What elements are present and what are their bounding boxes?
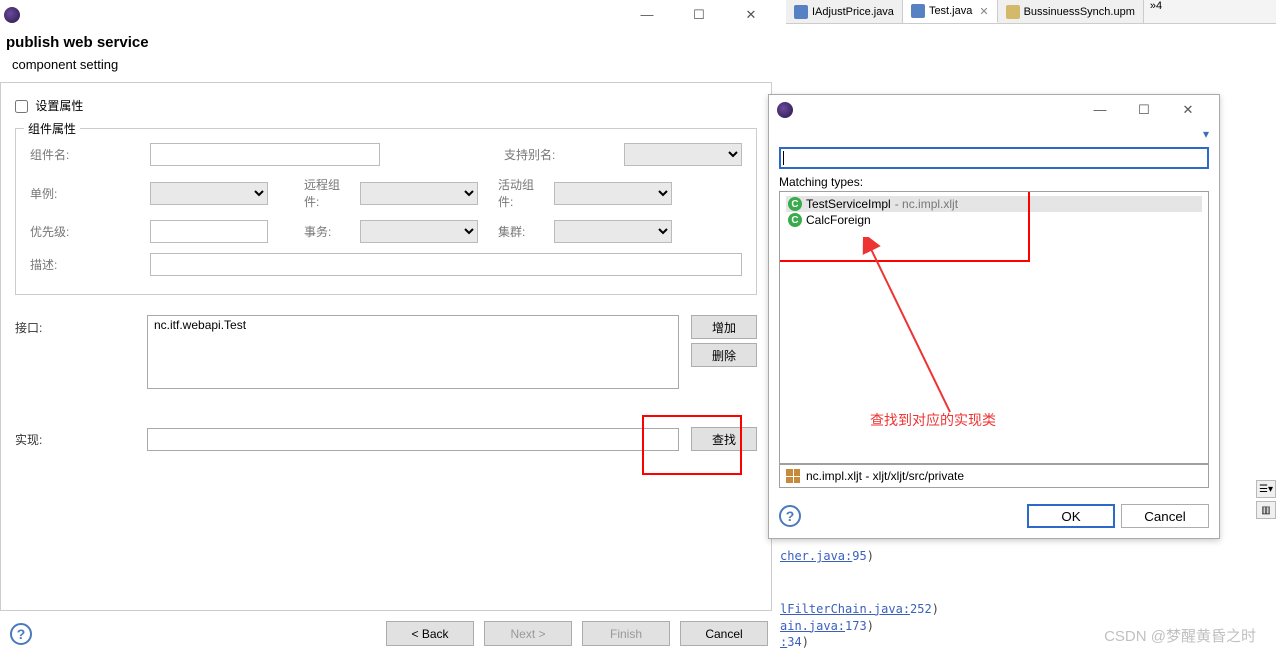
wizard-title: publish web service (6, 34, 768, 51)
ok-button[interactable]: OK (1027, 504, 1115, 528)
cancel-button[interactable]: Cancel (680, 621, 768, 646)
interface-section: 接口: nc.itf.webapi.Test 增加 删除 (15, 315, 757, 389)
path-text: nc.impl.xljt - xljt/xljt/src/private (806, 469, 964, 483)
transaction-select[interactable] (360, 220, 478, 243)
close-icon[interactable]: ✕ (979, 5, 988, 18)
close-button[interactable]: ✕ (736, 7, 766, 23)
background-stacktrace: cher.java:95) lFilterChain.java:252) ain… (780, 548, 939, 651)
group-title: 组件属性 (24, 120, 80, 137)
label-interface: 接口: (15, 315, 135, 389)
tab-label: Test.java (929, 5, 972, 17)
label-remote: 远程组件: (304, 176, 360, 210)
java-file-icon (794, 5, 808, 19)
label-support-alias: 支持别名: (504, 146, 624, 163)
cluster-select[interactable] (554, 220, 672, 243)
label-priority: 优先级: (30, 223, 150, 240)
tab-overflow[interactable]: »4 (1144, 0, 1168, 23)
active-select[interactable] (554, 182, 672, 205)
eclipse-icon (777, 102, 793, 118)
label-implementation: 实现: (15, 431, 135, 448)
match-name: TestServiceImpl (806, 197, 891, 211)
label-description: 描述: (30, 256, 150, 273)
editor-right-gutter: ☰▾ ▥ (1256, 480, 1276, 519)
close-button[interactable]: ✕ (1173, 102, 1203, 118)
wizard-titlebar: — ☐ ✕ (0, 0, 778, 30)
match-item-testserviceimpl[interactable]: C TestServiceImpl - nc.impl.xljt (786, 196, 1202, 212)
label-component-name: 组件名: (30, 146, 150, 163)
package-icon (786, 469, 800, 483)
minimize-button[interactable]: — (632, 7, 662, 23)
gutter-icon[interactable]: ▥ (1256, 501, 1276, 519)
set-properties-checkbox[interactable] (15, 100, 28, 113)
annotation-arrow (850, 237, 970, 417)
popup-footer: ? OK Cancel (769, 494, 1219, 538)
match-item-calcforeign[interactable]: C CalcForeign (786, 212, 1202, 228)
help-icon[interactable]: ? (10, 623, 32, 645)
next-button: Next > (484, 621, 572, 646)
wizard-header: publish web service component setting (0, 30, 778, 82)
java-file-icon (911, 4, 925, 18)
gutter-icon[interactable]: ☰▾ (1256, 480, 1276, 498)
description-input[interactable] (150, 253, 742, 276)
minimize-button[interactable]: — (1085, 102, 1115, 118)
maximize-button[interactable]: ☐ (1129, 102, 1159, 118)
label-transaction: 事务: (304, 223, 360, 240)
popup-titlebar: — ☐ ✕ (769, 95, 1219, 125)
tab-test[interactable]: Test.java ✕ (903, 0, 998, 23)
delete-button[interactable]: 删除 (691, 343, 757, 367)
label-cluster: 集群: (498, 223, 554, 240)
support-alias-select[interactable] (624, 143, 742, 166)
cancel-button[interactable]: Cancel (1121, 504, 1209, 528)
remote-select[interactable] (360, 182, 478, 205)
editor-tabs[interactable]: IAdjustPrice.java Test.java ✕ Bussinuess… (786, 0, 1276, 24)
label-active: 活动组件: (498, 176, 554, 210)
matching-types-list[interactable]: C TestServiceImpl - nc.impl.xljt C CalcF… (779, 191, 1209, 464)
wizard-body: 设置属性 组件属性 组件名: 支持别名: 单例: 远程组件: 活动组件: (0, 82, 772, 611)
component-name-input[interactable] (150, 143, 380, 166)
implementation-input[interactable] (147, 428, 679, 451)
type-search-input[interactable] (779, 147, 1209, 169)
finish-button: Finish (582, 621, 670, 646)
matching-types-label: Matching types: (779, 175, 1209, 189)
find-button[interactable]: 查找 (691, 427, 757, 451)
label-singleton: 单例: (30, 185, 150, 202)
implementation-section: 实现: 查找 (15, 427, 757, 451)
wizard-footer: ? < Back Next > Finish Cancel (0, 611, 778, 656)
type-search-dialog: — ☐ ✕ ▾ Matching types: C TestServiceImp… (768, 94, 1220, 539)
set-properties-label: 设置属性 (35, 99, 83, 113)
tab-label: BussinuessSynch.upm (1024, 6, 1135, 18)
add-button[interactable]: 增加 (691, 315, 757, 339)
priority-input[interactable] (150, 220, 268, 243)
tab-iadjustprice[interactable]: IAdjustPrice.java (786, 0, 903, 23)
interface-item[interactable]: nc.itf.webapi.Test (154, 318, 672, 332)
match-pkg: - nc.impl.xljt (895, 197, 958, 211)
upm-file-icon (1006, 5, 1020, 19)
singleton-select[interactable] (150, 182, 268, 205)
menu-chevron-icon[interactable]: ▾ (1203, 127, 1209, 141)
tab-label: IAdjustPrice.java (812, 6, 894, 18)
watermark: CSDN @梦醒黄昏之时 (1104, 625, 1256, 646)
class-icon: C (788, 213, 802, 227)
interface-list[interactable]: nc.itf.webapi.Test (147, 315, 679, 389)
eclipse-icon (4, 7, 20, 23)
component-properties-group: 组件属性 组件名: 支持别名: 单例: 远程组件: 活动组件: 优先级: (15, 128, 757, 295)
annotation-text: 查找到对应的实现类 (870, 410, 996, 430)
class-icon: C (788, 197, 802, 211)
wizard-subtitle: component setting (12, 57, 768, 72)
help-icon[interactable]: ? (779, 505, 801, 527)
maximize-button[interactable]: ☐ (684, 7, 714, 23)
popup-body: ▾ Matching types: C TestServiceImpl - nc… (769, 125, 1219, 494)
publish-wizard-dialog: — ☐ ✕ publish web service component sett… (0, 0, 778, 656)
path-bar: nc.impl.xljt - xljt/xljt/src/private (779, 464, 1209, 488)
match-name: CalcForeign (806, 213, 871, 227)
tab-bussinuesssynch[interactable]: BussinuessSynch.upm (998, 0, 1144, 23)
back-button[interactable]: < Back (386, 621, 474, 646)
